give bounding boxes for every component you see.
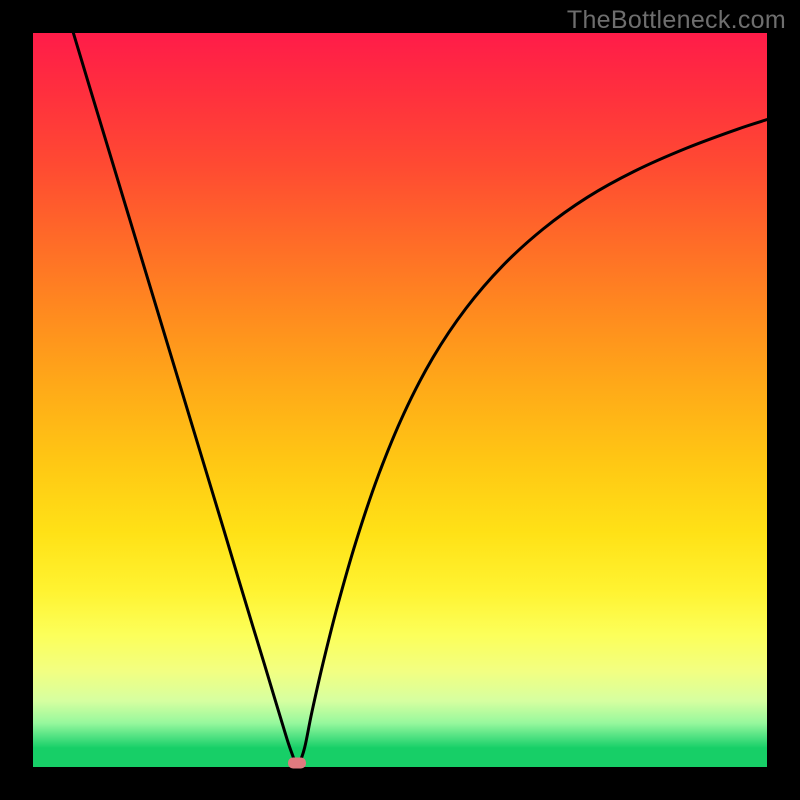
plot-area [33,33,767,767]
chart-frame: TheBottleneck.com [0,0,800,800]
watermark-text: TheBottleneck.com [567,6,786,35]
bottleneck-curve [73,33,767,765]
min-marker [288,758,306,769]
curve-svg [33,33,767,767]
